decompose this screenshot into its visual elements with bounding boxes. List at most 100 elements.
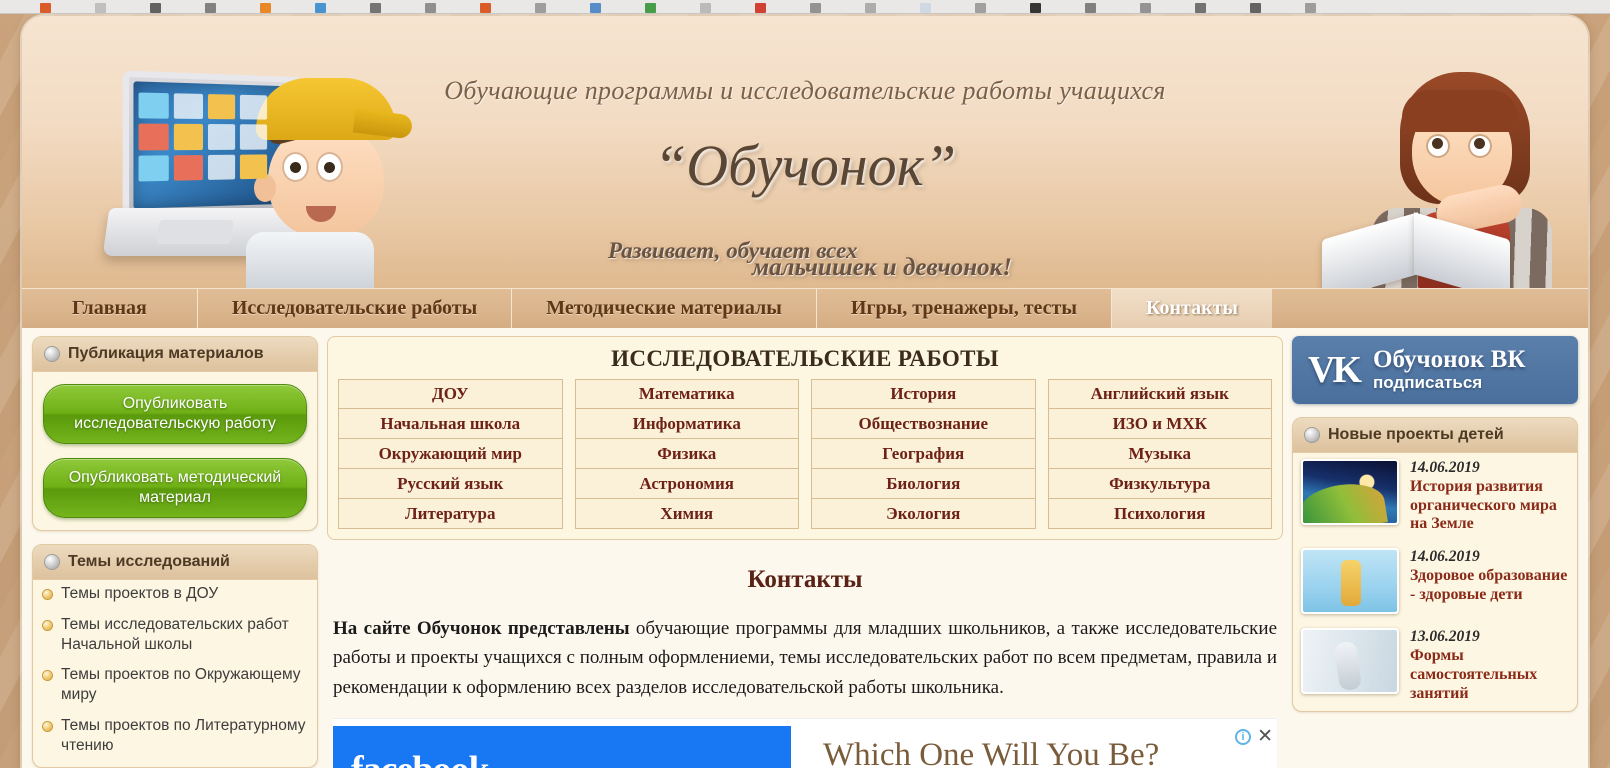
bookmark-favicon-2[interactable] (150, 3, 161, 13)
subject-link[interactable]: Литература (338, 499, 563, 529)
bookmark-favicon-17[interactable] (975, 3, 986, 13)
vk-block-title: Обучонок ВК (1373, 346, 1526, 374)
close-icon[interactable]: ✕ (1257, 727, 1273, 746)
vk-subscribe-block[interactable]: VK Обучонок ВК подписаться (1292, 336, 1578, 404)
research-topics-block-header: Темы исследований (33, 545, 317, 580)
topics-list-item[interactable]: Темы исследовательских работ Начальной ш… (43, 615, 313, 655)
subject-link[interactable]: История (811, 379, 1036, 409)
topics-list-item[interactable]: Темы проектов в ДОУ (43, 584, 313, 604)
subject-link[interactable]: Английский язык (1047, 379, 1272, 409)
bookmark-favicon-13[interactable] (755, 3, 766, 13)
ad-headline[interactable]: Which One Will You Be? (823, 737, 1159, 768)
page-title: Контакты (747, 566, 863, 593)
bookmark-favicon-18[interactable] (1030, 3, 1041, 13)
bookmark-favicon-9[interactable] (535, 3, 546, 13)
subjects-grid: ДОУ Начальная школа Окружающий мир Русский … (338, 379, 1272, 529)
bookmark-favicon-1[interactable] (95, 3, 106, 13)
banner-subtitle-line2: мальчишек и девчонок! (752, 254, 1013, 281)
new-projects-block-header: Новые проекты детей (1293, 418, 1577, 453)
article-lead-text: На сайте Обучонок представлены (333, 618, 630, 639)
subjects-panel: ИССЛЕДОВАТЕЛЬСКИЕ РАБОТЫ ДОУ Начальная шк… (327, 336, 1283, 540)
bookmark-favicon-6[interactable] (370, 3, 381, 13)
project-date: 14.06.2019 (1410, 459, 1480, 476)
subject-link[interactable]: Физкультура (1047, 469, 1272, 499)
project-list-item[interactable]: 14.06.2019 История развития органического… (1293, 453, 1577, 542)
subject-link[interactable]: Русский язык (338, 469, 563, 499)
circle-bullet-icon (45, 555, 59, 569)
bookmark-favicon-21[interactable] (1195, 3, 1206, 13)
bookmark-favicon-3[interactable] (205, 3, 216, 13)
project-thumbnail (1301, 459, 1399, 525)
bookmark-favicon-8[interactable] (480, 3, 491, 13)
subject-link[interactable]: Начальная школа (338, 409, 563, 439)
research-topics-list: Темы проектов в ДОУ Темы исследовательски… (33, 580, 317, 756)
bookmark-favicon-5[interactable] (315, 3, 326, 13)
subject-link[interactable]: ДОУ (338, 379, 563, 409)
nav-item-4[interactable]: Контакты (1111, 289, 1273, 328)
nav-item-2[interactable]: Методические материалы (512, 289, 817, 328)
project-date: 13.06.2019 (1410, 628, 1480, 646)
subject-link[interactable]: ИЗО и МХК (1047, 409, 1272, 439)
project-title: История развития органического мира на З… (1410, 478, 1557, 533)
publication-block-header: Публикация материалов (33, 337, 317, 372)
ad-brand-block[interactable]: facebook (333, 726, 791, 768)
site-container: Обучающие программы и исследовательские … (22, 16, 1588, 768)
dot-bullet-icon (43, 590, 52, 599)
bookmark-favicon-16[interactable] (920, 3, 931, 13)
subject-link[interactable]: География (811, 439, 1036, 469)
bookmark-favicon-0[interactable] (40, 3, 51, 13)
publication-block-title: Публикация материалов (68, 345, 264, 362)
topics-list-item-label: Темы проектов по Окружающему миру (61, 666, 301, 704)
topics-list-item[interactable]: Темы проектов по Литературному чтению (43, 716, 313, 756)
subject-link[interactable]: Окружающий мир (338, 439, 563, 469)
subjects-column-3: Английский язык ИЗО и МХК Музыка Физкультур… (1047, 379, 1272, 529)
topics-list-item[interactable]: Темы проектов по Окружающему миру (43, 665, 313, 705)
nav-item-3[interactable]: Игры, тренажеры, тесты (817, 289, 1112, 328)
bookmark-favicon-10[interactable] (590, 3, 601, 13)
subject-link[interactable]: Экология (811, 499, 1036, 529)
main-navigation: Главная Исследовательские работы Методичес… (22, 288, 1588, 328)
subject-link[interactable]: Астрономия (574, 469, 799, 499)
new-projects-block: Новые проекты детей 14.06.2019 История ра… (1292, 417, 1578, 713)
project-list-item[interactable]: 13.06.2019 Формы самостоятельных занятий (1293, 622, 1577, 711)
bookmark-favicon-22[interactable] (1250, 3, 1261, 13)
project-list-item[interactable]: 14.06.2019 Здоровое образование - здоровы… (1293, 542, 1577, 622)
project-text: 14.06.2019 Здоровое образование - здоровы… (1410, 548, 1571, 614)
nav-item-0[interactable]: Главная (22, 289, 198, 328)
article-paragraph: На сайте Обучонок представлены обучающие… (327, 614, 1283, 702)
subject-link[interactable]: Обществознание (811, 409, 1036, 439)
subject-link[interactable]: Физика (574, 439, 799, 469)
browser-bookmarks-bar[interactable] (0, 0, 1610, 14)
advertisement-banner[interactable]: facebook Which One Will You Be? i ✕ (333, 718, 1277, 768)
subjects-column-0: ДОУ Начальная школа Окружающий мир Русский … (338, 379, 563, 529)
project-thumbnail (1301, 628, 1399, 695)
subjects-panel-title: ИССЛЕДОВАТЕЛЬСКИЕ РАБОТЫ (611, 346, 999, 371)
bookmark-favicon-7[interactable] (425, 3, 436, 13)
bookmark-favicon-23[interactable] (1305, 3, 1316, 13)
subject-link[interactable]: Биология (811, 469, 1036, 499)
subject-link[interactable]: Информатика (574, 409, 799, 439)
project-thumbnail (1301, 548, 1399, 615)
content-columns: Публикация материалов Опубликовать иссле… (22, 328, 1588, 768)
circle-bullet-icon (1305, 428, 1319, 442)
bookmark-favicon-12[interactable] (700, 3, 711, 13)
bookmark-favicon-19[interactable] (1085, 3, 1096, 13)
vk-block-subtitle: подписаться (1373, 372, 1483, 392)
bookmark-favicon-11[interactable] (645, 3, 656, 13)
subject-link[interactable]: Химия (574, 499, 799, 529)
nav-item-1[interactable]: Исследовательские работы (198, 289, 513, 328)
research-topics-block: Темы исследований Темы проектов в ДОУ Тем… (32, 544, 318, 768)
bookmark-favicon-4[interactable] (260, 3, 271, 13)
publish-research-work-button[interactable]: Опубликовать исследовательскую работу (43, 384, 307, 444)
project-title: Здоровое образование - здоровые дети (1410, 567, 1568, 603)
bookmark-favicon-20[interactable] (1140, 3, 1151, 13)
subject-link[interactable]: Математика (574, 379, 799, 409)
subjects-column-1: Математика Информатика Физика Астрономия Хим… (574, 379, 799, 529)
subject-link[interactable]: Музыка (1047, 439, 1272, 469)
info-icon[interactable]: i (1235, 729, 1251, 746)
publish-methodical-material-button[interactable]: Опубликовать методический материал (43, 458, 307, 518)
subject-link[interactable]: Психология (1047, 499, 1272, 529)
bookmark-favicon-14[interactable] (810, 3, 821, 13)
dot-bullet-icon (43, 671, 52, 681)
bookmark-favicon-15[interactable] (865, 3, 876, 13)
